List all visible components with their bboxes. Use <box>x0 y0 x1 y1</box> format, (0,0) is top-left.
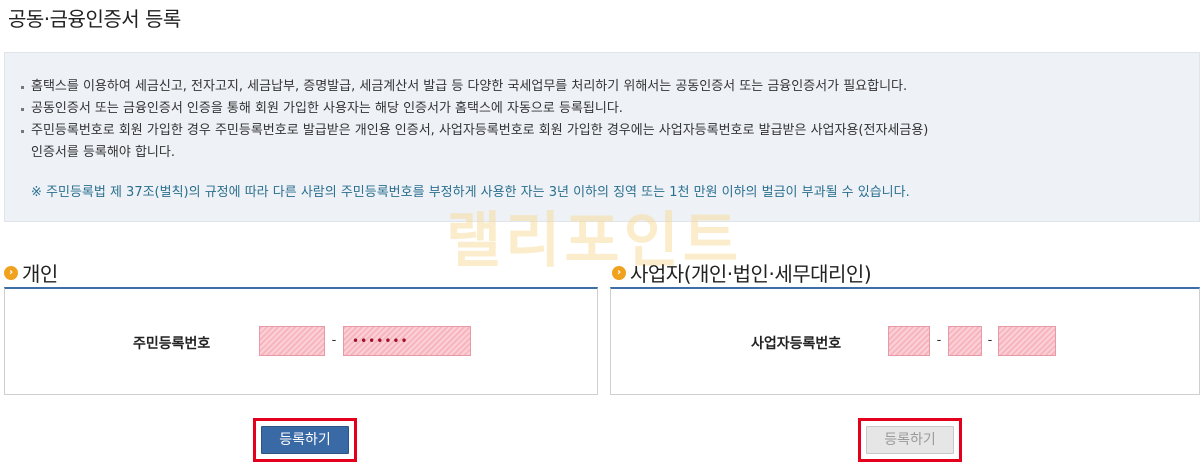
separator-dash: - <box>987 333 993 348</box>
bullet-icon <box>21 108 24 111</box>
section-title-business: 사업자(개인·법인·세무대리인) <box>630 262 872 286</box>
business-number-part2-input[interactable] <box>948 326 982 356</box>
section-title-individual: 개인 <box>22 262 58 286</box>
business-number-part3-input[interactable] <box>998 326 1056 356</box>
notice-item: 공동인증서 또는 금융인증서 인증을 통해 회원 가입한 사용자는 해당 인증서… <box>21 100 623 118</box>
individual-panel: 주민등록번호 - ••••••• <box>4 287 598 395</box>
chevron-right-circle-icon: › <box>4 265 18 280</box>
individual-register-button[interactable]: 등록하기 <box>261 426 349 454</box>
separator-dash: - <box>936 333 942 348</box>
page-title: 공동·금융인증서 등록 <box>8 7 181 31</box>
chevron-right-circle-icon: › <box>612 265 626 280</box>
business-section-header: › 사업자(개인·법인·세무대리인) <box>612 258 872 287</box>
highlight-frame: 등록하기 <box>253 418 357 462</box>
notice-item: 홈택스를 이용하여 세금신고, 전자고지, 세금납부, 증명발급, 세금계산서 … <box>21 78 908 96</box>
notice-item-continued: 인증서를 등록해야 합니다. <box>31 144 175 162</box>
notice-text: 공동인증서 또는 금융인증서 인증을 통해 회원 가입한 사용자는 해당 인증서… <box>31 101 623 116</box>
highlight-frame: 등록하기 <box>858 418 962 462</box>
resident-number-label: 주민등록번호 <box>133 336 211 352</box>
notice-text: 홈택스를 이용하여 세금신고, 전자고지, 세금납부, 증명발급, 세금계산서 … <box>31 79 908 94</box>
resident-number-front-input[interactable] <box>259 326 325 356</box>
business-number-part1-input[interactable] <box>888 326 930 356</box>
notice-text: 주민등록번호로 회원 가입한 경우 주민등록번호로 발급받은 개인용 인증서, … <box>31 123 929 138</box>
notice-item: 주민등록번호로 회원 가입한 경우 주민등록번호로 발급받은 개인용 인증서, … <box>21 122 929 140</box>
individual-section-header: › 개인 <box>4 258 58 287</box>
resident-number-back-input[interactable]: ••••••• <box>343 326 471 356</box>
bullet-icon <box>21 86 24 89</box>
notice-box: 홈택스를 이용하여 세금신고, 전자고지, 세금납부, 증명발급, 세금계산서 … <box>4 52 1200 222</box>
legal-warning: ※ 주민등록법 제 37조(벌칙)의 규정에 따라 다른 사람의 주민등록번호를… <box>31 185 910 200</box>
bullet-icon <box>21 130 24 133</box>
masked-value: ••••••• <box>352 334 409 348</box>
business-panel: 사업자등록번호 - - <box>610 287 1200 395</box>
business-register-button[interactable]: 등록하기 <box>866 426 954 454</box>
notice-text: 인증서를 등록해야 합니다. <box>31 145 175 160</box>
separator-dash: - <box>331 333 337 348</box>
business-number-label: 사업자등록번호 <box>751 336 842 352</box>
